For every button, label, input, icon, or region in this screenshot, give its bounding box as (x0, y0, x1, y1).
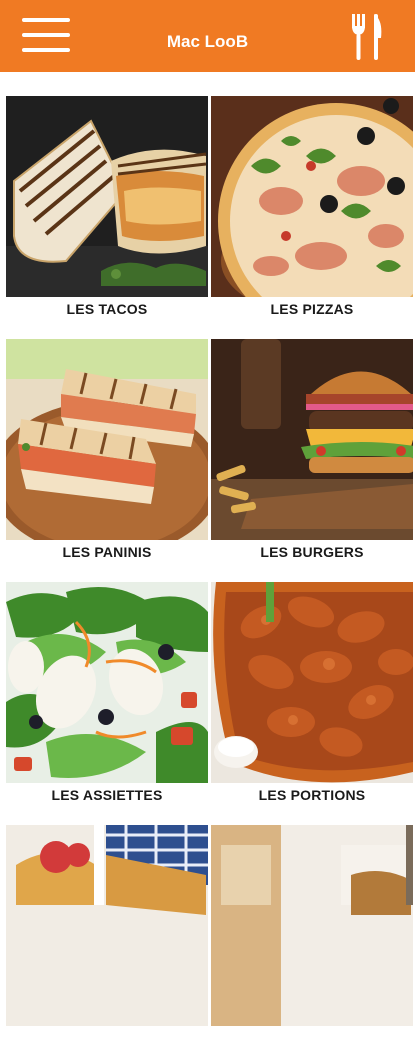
category-label: LES PIZZAS (270, 301, 354, 317)
category-label (6, 1030, 208, 1056)
category-card-partial-left[interactable] (6, 825, 208, 1047)
category-card-burgers[interactable]: LES BURGERS (211, 339, 413, 561)
category-card-tacos[interactable]: LES TACOS (6, 96, 208, 318)
category-card-partial-right[interactable] (211, 825, 413, 1047)
category-card-portions[interactable]: LES PORTIONS (211, 582, 413, 804)
assiettes-image (6, 582, 208, 783)
category-card-assiettes[interactable]: LES ASSIETTES (6, 582, 208, 804)
fork-knife-icon[interactable] (350, 12, 384, 62)
pizzas-image (211, 96, 413, 297)
app-bar: Mac LooB (0, 0, 415, 72)
drinks-image (211, 825, 413, 1026)
desserts-image (6, 825, 208, 1026)
category-label: LES TACOS (66, 301, 148, 317)
portions-image (211, 582, 413, 783)
paninis-image (6, 339, 208, 540)
category-label: LES PANINIS (62, 544, 152, 560)
burgers-image (211, 339, 413, 540)
category-label (211, 1030, 413, 1056)
category-label: LES ASSIETTES (51, 787, 163, 803)
category-card-paninis[interactable]: LES PANINIS (6, 339, 208, 561)
category-label: LES PORTIONS (258, 787, 366, 803)
tacos-image (6, 96, 208, 297)
category-label: LES BURGERS (260, 544, 364, 560)
category-card-pizzas[interactable]: LES PIZZAS (211, 96, 413, 318)
